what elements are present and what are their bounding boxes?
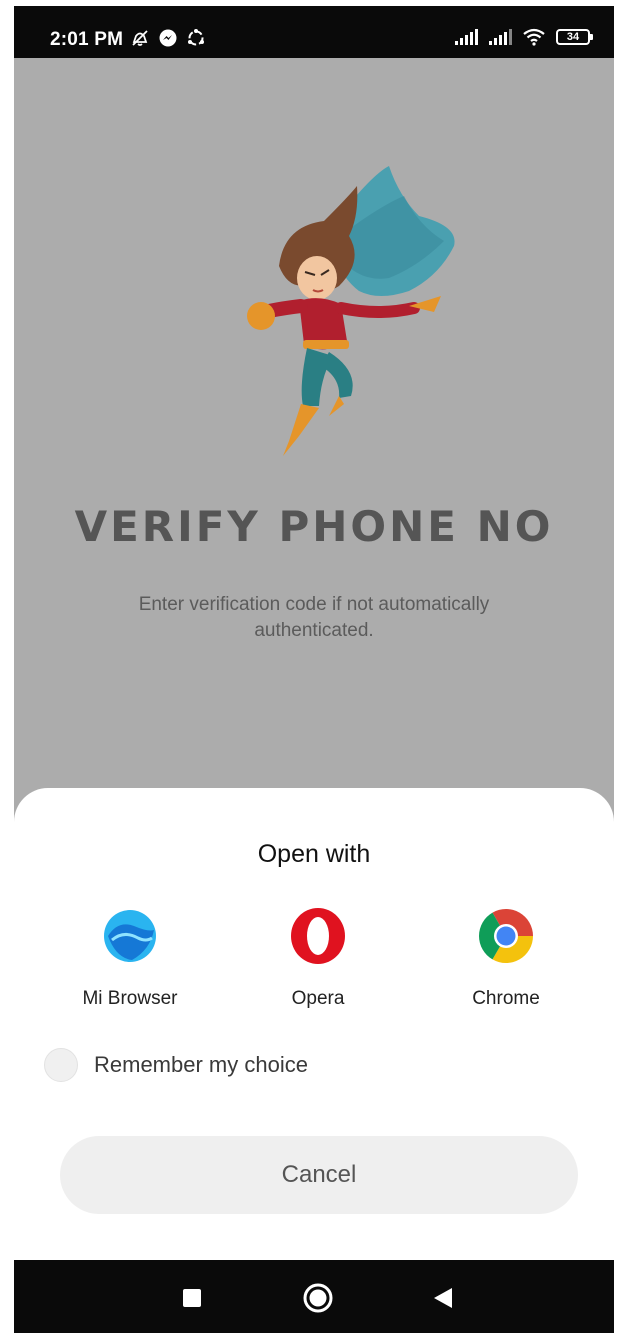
status-time: 2:01 PM [50,29,124,50]
phone-screen: 2:01 PM 34 VERIFY PHONE NO Enter verific… [14,6,614,1333]
recents-icon[interactable] [182,1288,202,1308]
remember-choice-option[interactable]: Remember my choice [44,1048,308,1082]
status-icons-left [130,28,206,48]
back-icon[interactable] [432,1286,454,1310]
remember-choice-radio[interactable] [44,1048,78,1082]
page-subtitle: Enter verification code if not automatic… [138,594,490,641]
navigation-bar [14,1260,614,1333]
opera-icon [291,908,345,964]
open-with-sheet: Open with Mi Browser Opera Chrome Rememb… [14,788,614,1260]
sheet-title: Open with [257,840,371,868]
battery-level: 34 [566,31,580,43]
home-icon[interactable] [302,1282,334,1314]
mi-browser-icon [104,910,156,962]
wifi-icon [523,28,545,46]
status-icons-right: 34 [454,28,593,46]
mute-icon [132,30,148,46]
signal-icon [489,29,512,45]
signal-icon [455,29,478,45]
sync-icon [188,29,204,46]
superhero-woman-illustration [247,166,455,456]
app-label: Opera [291,988,345,1009]
battery-icon: 34 [556,29,593,45]
remember-choice-label: Remember my choice [94,1052,308,1077]
app-label: Chrome [472,988,540,1009]
chrome-icon [479,909,533,963]
app-label: Mi Browser [82,988,178,1009]
app-option-opera[interactable]: Opera [228,906,408,1010]
cancel-button[interactable]: Cancel [60,1136,578,1214]
messenger-icon [159,29,177,47]
app-option-chrome[interactable]: Chrome [416,906,596,1010]
page-title: VERIFY PHONE NO [74,502,554,551]
app-background: VERIFY PHONE NO Enter verification code … [14,58,614,838]
status-bar: 2:01 PM 34 [14,6,614,58]
app-option-mi-browser[interactable]: Mi Browser [40,906,220,1010]
